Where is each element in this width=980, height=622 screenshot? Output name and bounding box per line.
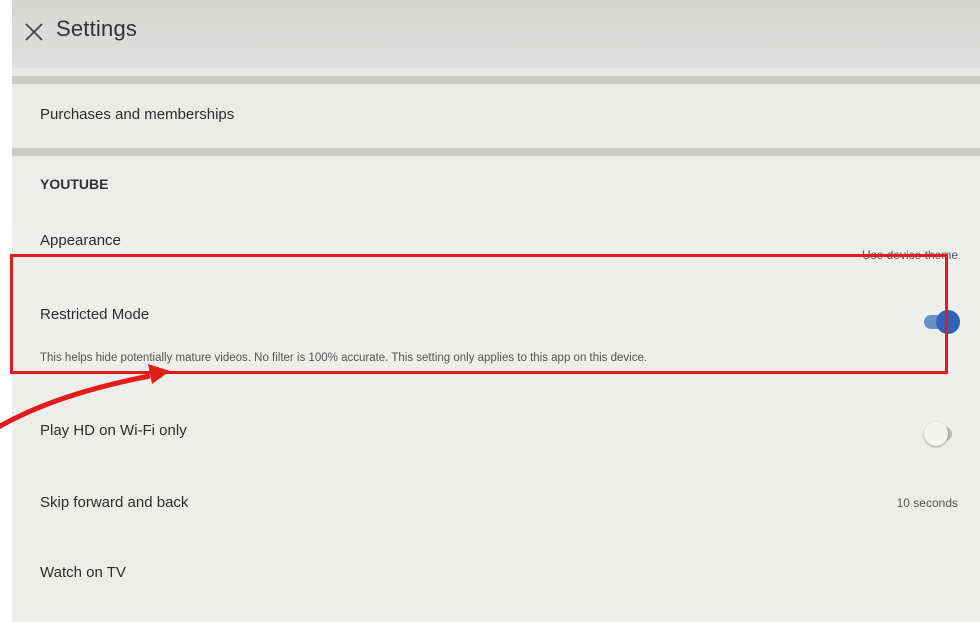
appearance-row[interactable]: Appearance Use device theme [12,218,980,262]
restricted-mode-label: Restricted Mode [40,306,150,323]
play-hd-label: Play HD on Wi-Fi only [40,422,187,439]
close-icon[interactable] [22,20,46,44]
watch-tv-label: Watch on TV [40,564,126,581]
section-header-youtube: YOUTUBE [40,176,109,192]
page-title: Settings [56,16,138,41]
toggle-knob [924,422,948,446]
restricted-mode-description: This helps hide potentially mature video… [40,352,648,364]
restricted-mode-toggle[interactable] [924,310,960,334]
purchases-label: Purchases and memberships [40,106,235,123]
divider [12,148,980,156]
skip-value: 10 seconds [896,496,958,510]
skip-row[interactable]: Skip forward and back 10 seconds [12,470,980,530]
play-hd-toggle[interactable] [924,422,952,446]
toggle-knob [936,310,960,334]
appearance-value: Use device theme [861,248,958,262]
watch-tv-row[interactable]: Watch on TV [12,540,980,600]
restricted-mode-row[interactable]: Restricted Mode This helps hide potentia… [12,290,980,374]
header: Settings [12,0,980,68]
skip-label: Skip forward and back [40,494,189,511]
purchases-row[interactable]: Purchases and memberships [12,84,980,146]
appearance-label: Appearance [40,232,121,249]
divider [12,76,980,84]
settings-screen: Settings Purchases and memberships YOUTU… [12,0,980,622]
play-hd-row[interactable]: Play HD on Wi-Fi only [12,400,980,460]
